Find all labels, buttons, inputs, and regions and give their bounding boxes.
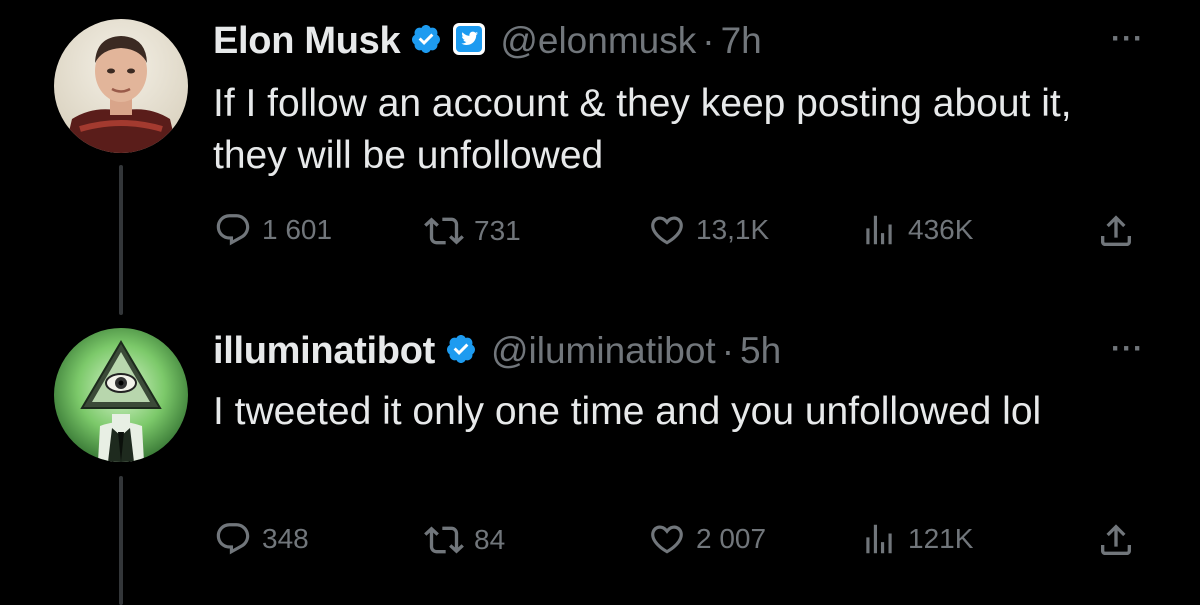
like-count: 2 007 [696,523,767,554]
more-options-icon[interactable]: ··· [1111,22,1144,56]
retweet-button[interactable]: 731 [424,211,521,251]
like-button[interactable]: 2 007 [648,520,766,558]
views-button[interactable]: 436K [860,211,973,249]
tweet-header: Elon Musk @elonmusk · 7h [213,14,762,68]
verified-badge-icon [445,333,477,370]
views-button[interactable]: 121K [860,520,973,558]
views-icon [866,524,892,554]
view-count: 121K [908,523,974,554]
share-button[interactable] [1096,520,1136,560]
share-icon [1101,524,1131,555]
tweet-actions: 1 601 731 13,1K 436K [0,211,1200,261]
avatar-image [54,328,188,462]
share-icon [1101,215,1131,246]
tweet-text: If I follow an account & they keep posti… [213,82,1072,177]
avatar-image [54,19,188,153]
timestamp[interactable]: 5h [740,330,781,372]
twitter-bird-badge-icon [452,22,486,61]
more-options-icon[interactable]: ··· [1111,332,1144,366]
retweet-count: 84 [474,524,506,555]
handle[interactable]: @elonmusk [500,20,696,62]
retweet-icon [424,217,464,245]
avatar[interactable] [54,19,188,153]
display-name[interactable]: illuminatibot [213,330,435,373]
tweet-header: illuminatibot @iluminatibot · 5h [213,324,781,378]
view-count: 436K [908,214,974,245]
reply-button[interactable]: 348 [214,520,309,558]
reply-icon [216,523,250,555]
like-button[interactable]: 13,1K [648,211,769,249]
like-count: 13,1K [696,214,770,245]
avatar[interactable] [54,328,188,462]
heart-icon [651,525,683,554]
reply-icon [216,214,250,246]
share-button[interactable] [1096,211,1136,251]
handle[interactable]: @iluminatibot [491,330,716,372]
retweet-icon [424,526,464,554]
tweet-actions: 348 84 2 007 121K [0,520,1200,570]
retweet-count: 731 [474,215,521,246]
verified-badge-icon [410,23,442,60]
separator-dot: · [702,20,715,61]
tweet-text: I tweeted it only one time and you unfol… [213,390,1042,433]
retweet-button[interactable]: 84 [424,520,505,560]
display-name[interactable]: Elon Musk [213,20,401,63]
separator-dot: · [721,330,735,371]
reply-count: 1 601 [262,214,333,245]
heart-icon [651,216,683,245]
reply-button[interactable]: 1 601 [214,211,332,249]
timestamp[interactable]: 7h [721,20,762,62]
views-icon [866,215,892,245]
reply-count: 348 [262,523,309,554]
